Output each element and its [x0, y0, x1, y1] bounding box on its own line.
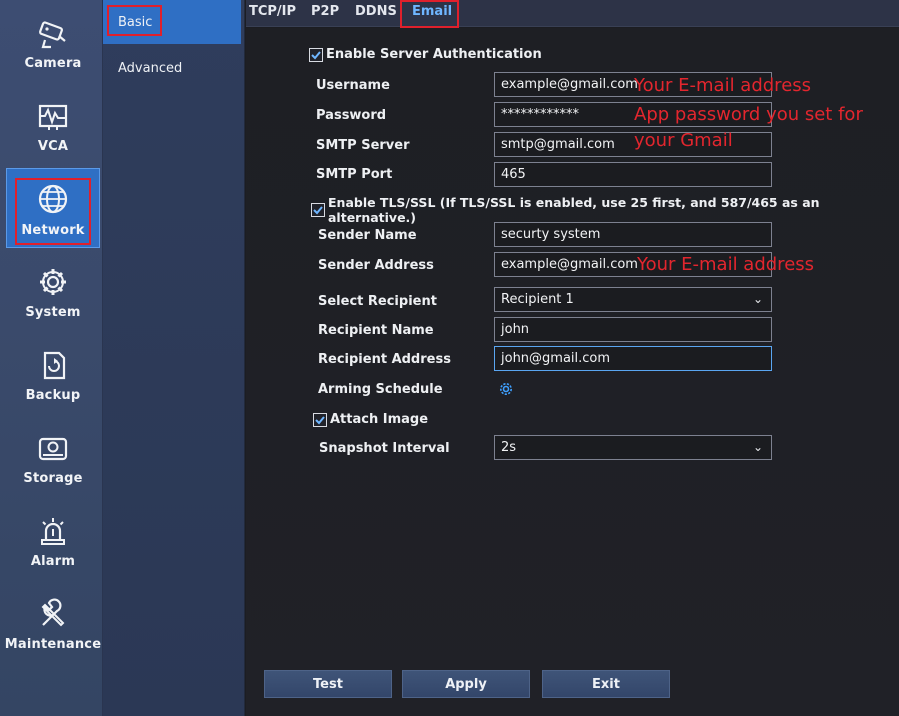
sender-name-label: Sender Name	[318, 228, 417, 243]
checkmark-icon	[311, 50, 321, 59]
submenu-item-advanced[interactable]: Advanced	[103, 46, 241, 90]
backup-icon	[43, 351, 66, 380]
nav-label-maintenance: Maintenance	[4, 637, 102, 652]
password-label: Password	[316, 108, 387, 123]
alarm-icon	[41, 518, 65, 545]
password-field[interactable]: ************	[494, 102, 772, 127]
attach-image-label: Attach Image	[330, 412, 429, 427]
nav-label-storage: Storage	[23, 471, 83, 486]
vca-icon	[38, 104, 68, 130]
snapshot-interval-label: Snapshot Interval	[319, 441, 450, 456]
schedule-gear-icon[interactable]	[498, 381, 514, 397]
submenu-item-basic[interactable]: Basic	[103, 0, 241, 44]
chevron-down-icon: ⌄	[752, 440, 763, 454]
tab-email[interactable]: Email	[412, 4, 452, 19]
test-button[interactable]: Test	[264, 670, 392, 698]
smtp-port-label: SMTP Port	[316, 167, 393, 182]
sender-address-field[interactable]: example@gmail.com	[494, 252, 772, 277]
recipient-name-label: Recipient Name	[318, 323, 434, 338]
enable-auth-label: Enable Server Authentication	[326, 47, 542, 62]
nav-item-network[interactable]: Network	[6, 168, 100, 248]
smtp-server-field[interactable]: smtp@gmail.com	[494, 132, 772, 157]
username-label: Username	[316, 78, 390, 93]
enable-auth-row: Enable Server Authentication	[309, 47, 542, 62]
tab-tcpip[interactable]: TCP/IP	[249, 4, 296, 19]
username-field[interactable]: example@gmail.com	[494, 72, 772, 97]
select-recipient-label: Select Recipient	[318, 294, 437, 309]
recipient-address-field[interactable]: john@gmail.com	[494, 346, 772, 371]
smtp-server-label: SMTP Server	[316, 138, 410, 153]
apply-button[interactable]: Apply	[402, 670, 530, 698]
nav-item-camera[interactable]: Camera	[6, 2, 100, 82]
nav-item-backup[interactable]: Backup	[6, 334, 100, 414]
tls-row: Enable TLS/SSL (If TLS/SSL is enabled, u…	[311, 195, 899, 225]
tls-label: Enable TLS/SSL (If TLS/SSL is enabled, u…	[328, 195, 820, 225]
hard-drive-icon	[38, 437, 68, 461]
arming-schedule-label: Arming Schedule	[318, 382, 443, 397]
tools-icon	[41, 598, 65, 627]
network-tabs: TCP/IP P2P DDNS Email	[246, 0, 899, 28]
snapshot-interval-dropdown[interactable]: 2s ⌄	[494, 435, 772, 460]
gear-icon	[40, 269, 66, 295]
exit-button[interactable]: Exit	[542, 670, 670, 698]
enable-auth-checkbox[interactable]	[309, 47, 323, 62]
main-nav-rail: Camera VCA Network System Backup Storage…	[0, 0, 103, 716]
globe-icon	[38, 184, 68, 214]
submenu-label-advanced: Advanced	[118, 60, 183, 76]
attach-image-row: Attach Image	[313, 412, 428, 427]
network-submenu: Basic Advanced	[103, 0, 245, 716]
chevron-down-icon: ⌄	[752, 292, 763, 306]
nav-item-storage[interactable]: Storage	[6, 417, 100, 497]
nav-label-vca: VCA	[37, 139, 69, 154]
smtp-port-field[interactable]: 465	[494, 162, 772, 187]
submenu-label-basic: Basic	[118, 14, 153, 30]
nav-label-backup: Backup	[25, 388, 81, 403]
nav-label-network: Network	[21, 223, 85, 238]
recipient-address-label: Recipient Address	[318, 352, 451, 367]
checkmark-icon	[315, 415, 325, 424]
recipient-name-field[interactable]: john	[494, 317, 772, 342]
tls-checkbox[interactable]	[311, 203, 325, 217]
select-recipient-value: Recipient 1	[501, 292, 574, 307]
snapshot-interval-value: 2s	[501, 440, 517, 455]
nav-item-maintenance[interactable]: Maintenance	[4, 583, 102, 663]
camera-icon	[39, 21, 66, 49]
checkmark-icon	[313, 206, 323, 215]
email-settings-panel: Enable Server Authentication Username ex…	[246, 28, 899, 716]
nav-label-system: System	[25, 305, 81, 320]
select-recipient-dropdown[interactable]: Recipient 1 ⌄	[494, 287, 772, 312]
nav-label-camera: Camera	[24, 56, 82, 71]
sender-name-field[interactable]: securty system	[494, 222, 772, 247]
nav-label-alarm: Alarm	[30, 554, 76, 569]
tab-p2p[interactable]: P2P	[311, 4, 339, 19]
nav-item-vca[interactable]: VCA	[6, 85, 100, 165]
nav-item-alarm[interactable]: Alarm	[6, 500, 100, 580]
tab-ddns[interactable]: DDNS	[355, 4, 397, 19]
nav-item-system[interactable]: System	[6, 251, 100, 331]
sender-address-label: Sender Address	[318, 258, 434, 273]
attach-image-checkbox[interactable]	[313, 412, 327, 427]
